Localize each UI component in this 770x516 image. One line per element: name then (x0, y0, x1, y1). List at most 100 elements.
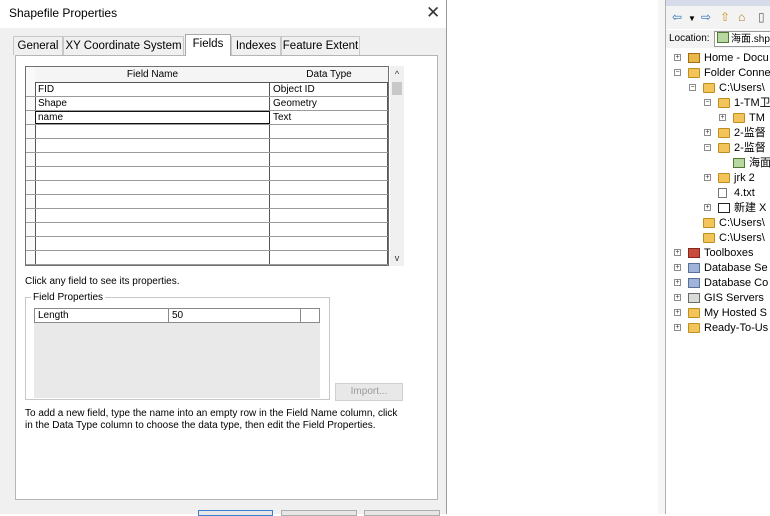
tab-xy-coordinate-system[interactable]: XY Coordinate System (63, 36, 184, 55)
expand-icon[interactable]: + (674, 54, 681, 61)
tree-node[interactable]: + My Hosted S (666, 306, 770, 321)
tree-node[interactable]: − C:\Users\ (666, 81, 770, 96)
location-input[interactable]: 海面.shp (714, 31, 770, 47)
data-type-cell[interactable] (270, 167, 388, 180)
data-type-cell[interactable] (270, 125, 388, 138)
expand-icon[interactable]: + (704, 174, 711, 181)
data-type-cell[interactable] (270, 237, 388, 250)
data-type-cell[interactable]: Geometry (270, 97, 388, 110)
field-name-cell[interactable] (35, 125, 270, 138)
table-row[interactable]: Shape Geometry (26, 97, 388, 111)
expand-icon[interactable]: + (704, 129, 711, 136)
dropdown-arrow-icon[interactable]: ▼ (688, 12, 696, 26)
table-row[interactable] (26, 167, 388, 181)
field-name-cell[interactable]: Shape (35, 97, 270, 110)
close-icon[interactable]: ✕ (426, 4, 440, 22)
tree-node[interactable]: + 新建 X (666, 201, 770, 216)
tree-node[interactable]: C:\Users\ (666, 231, 770, 246)
tree-node[interactable]: + Database Se (666, 261, 770, 276)
field-name-cell[interactable] (35, 167, 270, 180)
expand-icon[interactable]: + (674, 294, 681, 301)
data-type-cell[interactable]: Text (270, 111, 388, 124)
tree-node[interactable]: 4.txt (666, 186, 770, 201)
scroll-thumb[interactable] (392, 82, 402, 95)
expand-icon[interactable]: + (704, 204, 711, 211)
tree-node[interactable]: − Folder Conne (666, 66, 770, 81)
tree-node[interactable]: 海面 (666, 156, 770, 171)
collapse-icon[interactable]: − (704, 144, 711, 151)
tab-feature-extent[interactable]: Feature Extent (281, 36, 360, 55)
import-button[interactable]: Import... (335, 383, 403, 401)
expand-icon[interactable]: + (674, 309, 681, 316)
table-row[interactable] (26, 237, 388, 251)
data-type-cell[interactable] (270, 209, 388, 222)
grid-scrollbar[interactable]: ^ v (390, 66, 404, 266)
table-row[interactable] (26, 209, 388, 223)
table-row[interactable] (26, 125, 388, 139)
expand-icon[interactable]: + (674, 279, 681, 286)
data-type-cell[interactable]: Object ID (270, 83, 388, 96)
tree-node[interactable]: − 1-TM卫 (666, 96, 770, 111)
data-type-cell[interactable] (270, 195, 388, 208)
table-row[interactable] (26, 153, 388, 167)
field-name-cell[interactable]: name (35, 111, 270, 124)
ok-button[interactable] (198, 510, 273, 516)
field-name-cell[interactable] (35, 209, 270, 222)
forward-arrow-icon[interactable]: ⇨ (701, 10, 711, 24)
collapse-icon[interactable]: − (704, 99, 711, 106)
table-row[interactable] (26, 223, 388, 237)
tab-indexes[interactable]: Indexes (231, 36, 281, 55)
tree-node[interactable]: + jrk 2 (666, 171, 770, 186)
fields-grid[interactable]: Field Name Data Type FID Object ID Shape Ge… (25, 66, 389, 266)
tree-node[interactable]: + Toolboxes (666, 246, 770, 261)
tree-node[interactable]: + TM (666, 111, 770, 126)
table-row[interactable]: name Text (26, 111, 388, 125)
table-row[interactable] (26, 195, 388, 209)
cancel-button[interactable] (281, 510, 357, 516)
tree-node[interactable]: + Ready-To-Us (666, 321, 770, 336)
header-field-name[interactable]: Field Name (35, 67, 271, 83)
document-icon[interactable]: ▯ (758, 10, 765, 24)
collapse-icon[interactable]: − (674, 69, 681, 76)
field-name-cell[interactable] (35, 181, 270, 194)
data-type-cell[interactable] (270, 153, 388, 166)
expand-icon[interactable]: + (674, 249, 681, 256)
field-name-cell[interactable] (35, 251, 270, 264)
table-row[interactable]: FID Object ID (26, 83, 388, 97)
property-value[interactable]: 50 (169, 309, 301, 322)
data-type-cell[interactable] (270, 139, 388, 152)
field-name-cell[interactable] (35, 195, 270, 208)
property-row-length[interactable]: Length 50 (34, 308, 320, 323)
tab-general[interactable]: General (13, 36, 63, 55)
expand-icon[interactable]: + (674, 264, 681, 271)
home-icon[interactable]: ⌂ (738, 10, 745, 24)
expand-icon[interactable]: + (719, 114, 726, 121)
data-type-cell[interactable] (270, 251, 388, 264)
tab-fields[interactable]: Fields (185, 34, 231, 56)
data-type-cell[interactable] (270, 223, 388, 236)
header-data-type[interactable]: Data Type (270, 67, 388, 83)
apply-button[interactable] (364, 510, 440, 516)
field-name-cell[interactable] (35, 153, 270, 166)
field-name-cell[interactable] (35, 237, 270, 250)
expand-icon[interactable]: + (674, 324, 681, 331)
table-row[interactable] (26, 251, 388, 265)
catalog-toolbar: ⇦ ▼ ⇨ ⇧ ⌂ ▯ (666, 6, 770, 29)
tree-node[interactable]: + Home - Docu (666, 51, 770, 66)
up-folder-icon[interactable]: ⇧ (720, 10, 730, 24)
collapse-icon[interactable]: − (689, 84, 696, 91)
scroll-up-icon[interactable]: ^ (390, 66, 404, 82)
tree-node[interactable]: C:\Users\ (666, 216, 770, 231)
field-name-cell[interactable] (35, 223, 270, 236)
field-name-cell[interactable] (35, 139, 270, 152)
table-row[interactable] (26, 181, 388, 195)
tree-node[interactable]: + Database Co (666, 276, 770, 291)
field-name-cell[interactable]: FID (35, 83, 270, 96)
tree-node[interactable]: − 2-监督 (666, 141, 770, 156)
table-row[interactable] (26, 139, 388, 153)
scroll-down-icon[interactable]: v (390, 250, 404, 266)
tree-node[interactable]: +2-监督 (666, 126, 770, 141)
tree-node[interactable]: + GIS Servers (666, 291, 770, 306)
back-arrow-icon[interactable]: ⇦ (672, 10, 682, 24)
data-type-cell[interactable] (270, 181, 388, 194)
